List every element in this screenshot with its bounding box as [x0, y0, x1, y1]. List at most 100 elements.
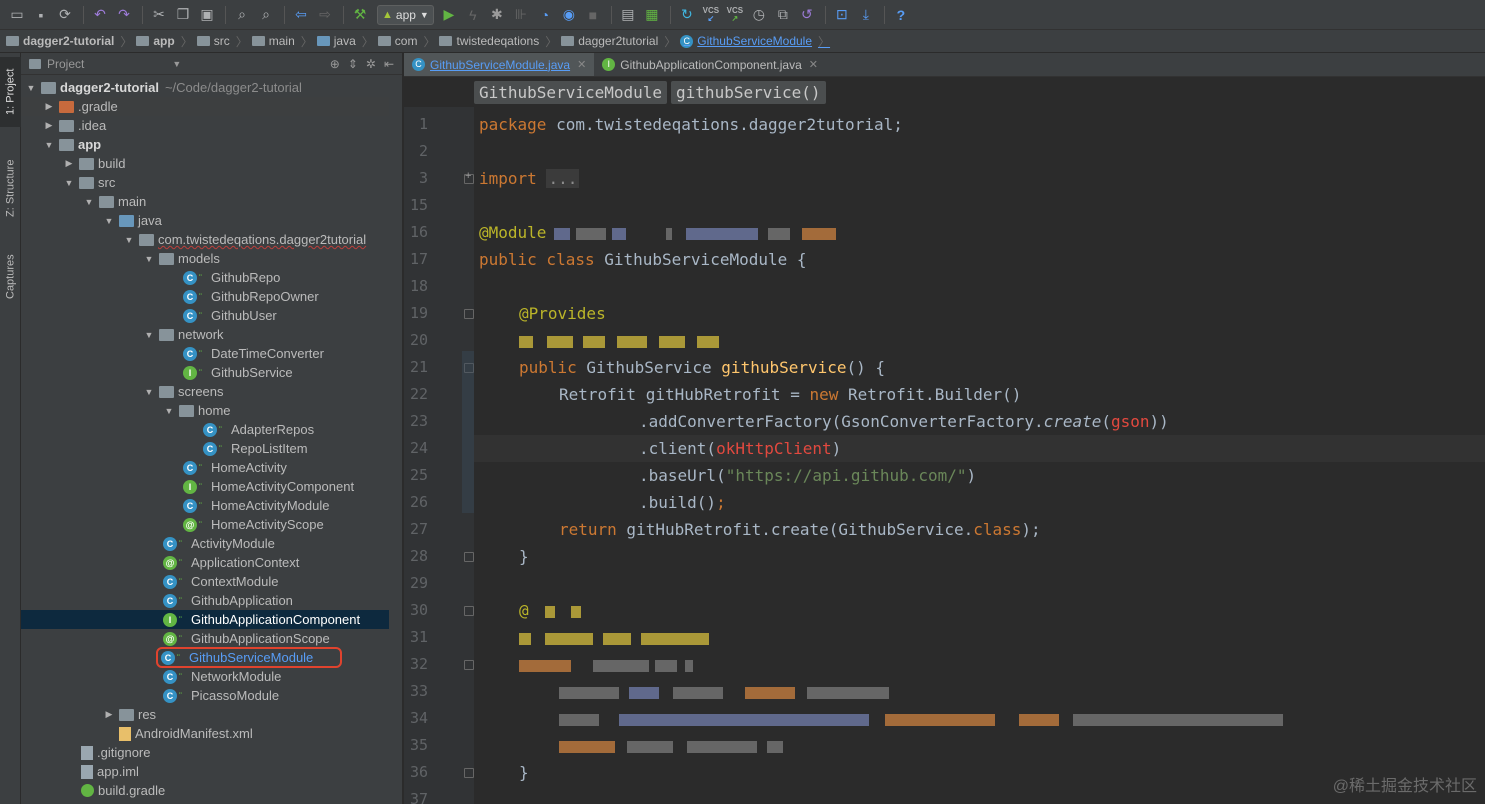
- breadcrumb-item[interactable]: C GithubServiceModule 〉: [680, 33, 830, 50]
- tree-item-package[interactable]: ▼ models: [21, 249, 389, 268]
- tree-item-package[interactable]: ▼ screens: [21, 382, 389, 401]
- download-icon[interactable]: ⤓: [855, 4, 877, 26]
- save-icon[interactable]: ▪: [30, 4, 52, 26]
- fold-icon[interactable]: [464, 309, 474, 319]
- tree-item-class[interactable]: C ʺ DateTimeConverter: [21, 344, 389, 363]
- tree-item-folder[interactable]: ▼ src: [21, 173, 389, 192]
- debug-icon[interactable]: ✱: [486, 4, 508, 26]
- tab-githubapplicationcomponent[interactable]: I GithubApplicationComponent.java ✕: [594, 53, 826, 76]
- tree-item-class[interactable]: C ʺ RepoListItem: [21, 439, 389, 458]
- tree-item-file[interactable]: AndroidManifest.xml: [21, 724, 389, 743]
- tree-item-interface[interactable]: I ʺ HomeActivityComponent: [21, 477, 389, 496]
- tree-item-file[interactable]: .gitignore: [21, 743, 389, 762]
- editor-crumb-class[interactable]: GithubServiceModule: [474, 80, 668, 104]
- breadcrumb-item[interactable]: dagger2-tutorial 〉: [6, 33, 132, 50]
- tree-item-folder[interactable]: ▶ .gradle: [21, 97, 389, 116]
- coverage-icon[interactable]: ◉: [558, 4, 580, 26]
- history-icon[interactable]: ◷: [748, 4, 770, 26]
- tree-item-class[interactable]: C ʺ ActivityModule: [21, 534, 389, 553]
- back-icon[interactable]: ⇦: [290, 4, 312, 26]
- fold-icon[interactable]: [464, 660, 474, 670]
- tree-item-annotation[interactable]: @ ʺ ApplicationContext: [21, 553, 389, 572]
- folded-imports[interactable]: ...: [546, 169, 580, 188]
- project-view-select[interactable]: Project ▼: [29, 57, 330, 71]
- tab-project[interactable]: 1: Project: [0, 57, 21, 127]
- tree-item-interface[interactable]: I ʺ GithubApplicationComponent: [21, 610, 389, 629]
- structure-icon[interactable]: ⊡: [831, 4, 853, 26]
- breadcrumb-item[interactable]: app 〉: [136, 33, 193, 50]
- compare-icon[interactable]: ⧉: [772, 4, 794, 26]
- code-editor[interactable]: package com.twistedeqations.dagger2tutor…: [474, 107, 1485, 804]
- paste-icon[interactable]: ▣: [196, 4, 218, 26]
- tab-githubservicemodule[interactable]: C GithubServiceModule.java ✕: [404, 53, 595, 76]
- vcs-commit-icon[interactable]: VCS ↗: [724, 4, 746, 26]
- vcs-update-icon[interactable]: VCS ↙: [700, 4, 722, 26]
- tree-item-folder[interactable]: ▶ .idea: [21, 116, 389, 135]
- undo-icon[interactable]: ↶: [89, 4, 111, 26]
- tree-item-class[interactable]: C ʺ HomeActivity: [21, 458, 389, 477]
- tree-item-class[interactable]: C ʺ GithubUser: [21, 306, 389, 325]
- breadcrumb-item[interactable]: main 〉: [251, 33, 313, 50]
- cut-icon[interactable]: ✂: [148, 4, 170, 26]
- breadcrumb-item[interactable]: dagger2tutorial 〉: [561, 33, 676, 50]
- breadcrumb-item[interactable]: java 〉: [316, 33, 374, 50]
- tree-item-class[interactable]: C ʺ ContextModule: [21, 572, 389, 591]
- locate-icon[interactable]: ⊕: [330, 57, 340, 71]
- profile-icon[interactable]: ⊪: [510, 4, 532, 26]
- build-icon[interactable]: ⚒: [349, 4, 371, 26]
- tree-item-class[interactable]: C ʺ PicassoModule: [21, 686, 389, 705]
- breadcrumb-item[interactable]: src 〉: [196, 33, 248, 50]
- tree-item-class[interactable]: C ʺ GithubRepo: [21, 268, 389, 287]
- gradle-sync-icon[interactable]: ▦: [641, 4, 663, 26]
- attach-icon[interactable]: ◔: [534, 4, 556, 26]
- tree-item-package[interactable]: ▼ com.twistedeqations.dagger2tutorial: [21, 230, 389, 249]
- tree-item-folder[interactable]: ▼ main: [21, 192, 389, 211]
- tree-item-class[interactable]: C ʺ AdapterRepos: [21, 420, 389, 439]
- tree-item-folder[interactable]: ▶ build: [21, 154, 389, 173]
- tree-item-class[interactable]: C ʺ NetworkModule: [21, 667, 389, 686]
- tree-item-class[interactable]: C ʺ HomeActivityModule: [21, 496, 389, 515]
- run-icon[interactable]: ▶: [438, 4, 460, 26]
- editor-crumb-method[interactable]: githubService(): [671, 80, 826, 104]
- breadcrumb-item[interactable]: twistedeqations 〉: [439, 33, 557, 50]
- lightning-icon[interactable]: ϟ: [462, 4, 484, 26]
- help-icon[interactable]: ?: [890, 4, 912, 26]
- hide-icon[interactable]: ⇤: [384, 57, 394, 71]
- sdk-icon[interactable]: ▤: [617, 4, 639, 26]
- replace-icon[interactable]: ⌕: [255, 4, 277, 26]
- tree-item-module[interactable]: ▼ app: [21, 135, 389, 154]
- tree-item-package[interactable]: ▼ home: [21, 401, 389, 420]
- stop-icon[interactable]: ■: [582, 4, 604, 26]
- tree-item-file[interactable]: app.iml: [21, 762, 389, 781]
- gear-icon[interactable]: ✲: [366, 57, 376, 71]
- tab-captures[interactable]: Captures: [0, 243, 21, 311]
- tree-item-annotation[interactable]: @ ʺ HomeActivityScope: [21, 515, 389, 534]
- fold-icon[interactable]: [464, 552, 474, 562]
- fold-expand-icon[interactable]: [464, 170, 474, 184]
- fold-icon[interactable]: [464, 606, 474, 616]
- tree-item-folder[interactable]: ▶ res: [21, 705, 389, 724]
- close-icon[interactable]: ✕: [809, 58, 818, 71]
- sync-icon[interactable]: ⟳: [54, 4, 76, 26]
- collapse-icon[interactable]: ⇕: [348, 57, 358, 71]
- tree-item-interface[interactable]: I ʺ GithubService: [21, 363, 389, 382]
- breadcrumb-item[interactable]: com 〉: [377, 33, 435, 50]
- tree-item-package[interactable]: ▼ network: [21, 325, 389, 344]
- find-icon[interactable]: ⌕: [231, 4, 253, 26]
- tree-item-annotation[interactable]: @ ʺ GithubApplicationScope: [21, 629, 389, 648]
- tree-item-root[interactable]: ▼ dagger2-tutorial ~/Code/dagger2-tutorial: [21, 78, 389, 97]
- vcs-refresh-icon[interactable]: ↻: [676, 4, 698, 26]
- forward-icon[interactable]: ⇨: [314, 4, 336, 26]
- redo-icon[interactable]: ↷: [113, 4, 135, 26]
- tree-item-class[interactable]: C ʺ GithubServiceModule: [21, 647, 389, 668]
- fold-icon[interactable]: [464, 768, 474, 778]
- open-icon[interactable]: ▭: [6, 4, 28, 26]
- close-icon[interactable]: ✕: [577, 58, 586, 71]
- run-config-select[interactable]: ▲ app ▼: [377, 4, 434, 25]
- tree-item-file[interactable]: build.gradle: [21, 781, 389, 800]
- revert-icon[interactable]: ↺: [796, 4, 818, 26]
- tab-structure[interactable]: Z: Structure: [0, 145, 21, 231]
- copy-icon[interactable]: ❐: [172, 4, 194, 26]
- tree-item-folder[interactable]: ▼ java: [21, 211, 389, 230]
- tree-item-class[interactable]: C ʺ GithubRepoOwner: [21, 287, 389, 306]
